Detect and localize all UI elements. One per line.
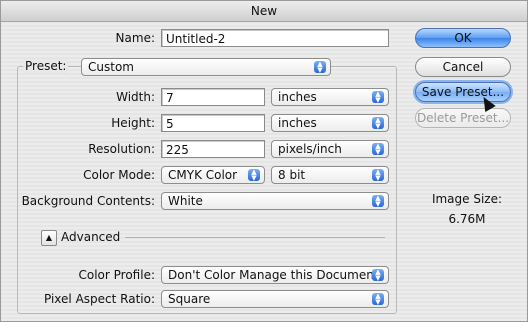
dialog-content: Name: Untitled-2 Preset: Custom ▲ ▼ Width… <box>1 22 527 321</box>
select-arrows-icon: ▲ ▼ <box>372 143 384 156</box>
preset-label: Preset: <box>23 59 69 73</box>
select-arrows-icon: ▲ ▼ <box>372 269 384 282</box>
name-input[interactable]: Untitled-2 <box>161 29 389 47</box>
bit-depth-select[interactable]: 8 bit ▲ ▼ <box>271 166 389 184</box>
select-arrows-icon: ▲ ▼ <box>248 169 260 182</box>
pixel-aspect-ratio-select[interactable]: Square ▲ ▼ <box>161 290 389 308</box>
ok-button[interactable]: OK <box>415 28 511 48</box>
background-contents-label: Background Contents: <box>21 194 155 208</box>
height-label: Height: <box>111 116 155 130</box>
cancel-button[interactable]: Cancel <box>415 57 511 77</box>
advanced-label: Advanced <box>61 230 121 244</box>
pixel-aspect-ratio-label: Pixel Aspect Ratio: <box>44 292 155 306</box>
preset-select-value: Custom <box>88 60 134 74</box>
color-mode-select[interactable]: CMYK Color ▲ ▼ <box>161 166 265 184</box>
save-preset-button[interactable]: Save Preset... <box>415 82 511 102</box>
resolution-input[interactable]: 225 <box>161 140 265 158</box>
height-unit-value: inches <box>278 116 317 130</box>
width-label: Width: <box>116 90 155 104</box>
select-arrows-icon: ▲ ▼ <box>314 61 326 74</box>
new-document-dialog: New Name: Untitled-2 Preset: Custom ▲ ▼ W… <box>0 0 528 322</box>
dialog-title: New <box>1 1 527 22</box>
preset-select[interactable]: Custom ▲ ▼ <box>81 58 331 76</box>
select-arrows-icon: ▲ ▼ <box>372 169 384 182</box>
background-contents-select[interactable]: White ▲ ▼ <box>161 192 389 210</box>
height-input[interactable]: 5 <box>161 114 265 132</box>
resolution-unit-select[interactable]: pixels/inch ▲ ▼ <box>271 140 389 158</box>
color-mode-value: CMYK Color <box>168 168 238 182</box>
background-contents-value: White <box>168 194 203 208</box>
delete-preset-button[interactable]: Delete Preset... <box>415 108 511 128</box>
resolution-label: Resolution: <box>88 142 155 156</box>
select-arrows-icon: ▲ ▼ <box>372 293 384 306</box>
select-arrows-icon: ▲ ▼ <box>372 91 384 104</box>
bit-depth-value: 8 bit <box>278 168 306 182</box>
color-profile-label: Color Profile: <box>78 268 156 282</box>
resolution-unit-value: pixels/inch <box>278 142 342 156</box>
height-unit-select[interactable]: inches ▲ ▼ <box>271 114 389 132</box>
select-arrows-icon: ▲ ▼ <box>372 195 384 208</box>
color-profile-select[interactable]: Don't Color Manage this Document ▲ ▼ <box>161 266 389 284</box>
name-label: Name: <box>115 31 155 45</box>
advanced-separator <box>125 237 385 238</box>
color-mode-label: Color Mode: <box>83 168 155 182</box>
image-size-value: 6.76M <box>448 212 486 226</box>
width-unit-value: inches <box>278 90 317 104</box>
width-input[interactable]: 7 <box>161 88 265 106</box>
width-unit-select[interactable]: inches ▲ ▼ <box>271 88 389 106</box>
image-size-label: Image Size: <box>431 192 503 206</box>
advanced-disclosure-button[interactable]: ▲ <box>41 230 57 246</box>
color-profile-value: Don't Color Manage this Document <box>168 268 379 282</box>
select-arrows-icon: ▲ ▼ <box>372 117 384 130</box>
pixel-aspect-ratio-value: Square <box>168 292 211 306</box>
